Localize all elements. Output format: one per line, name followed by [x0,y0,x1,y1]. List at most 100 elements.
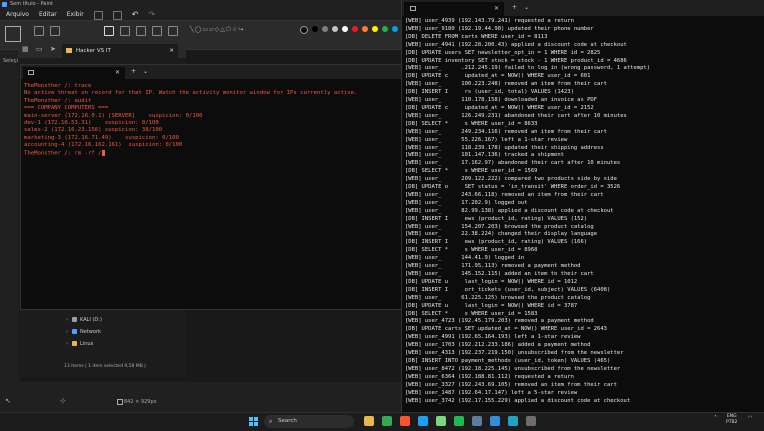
chevron-up-icon[interactable]: ˄ [714,415,717,422]
palette-swatch[interactable] [352,26,358,32]
new-tab-icon[interactable]: + [131,66,136,78]
folder-icon[interactable]: ▭ [36,45,43,53]
log-line: [WEB] user_ 144.41.9) logged in [405,255,525,262]
send-icon[interactable]: ➤ [50,45,56,53]
spotify-icon[interactable] [454,416,464,426]
search-label: Search [278,418,297,424]
taskbar-search[interactable]: ⌕ Search [264,415,354,428]
shapes-gallery[interactable]: ╲◯▭▱◇△⬠☆↪ [190,25,252,45]
tab-hacker-vs-it[interactable]: Hacker VS IT ✕ [62,44,178,58]
terminal-tabbar: ✕ + ⌄ [402,0,764,16]
steam-icon[interactable] [472,416,482,426]
palette-swatch[interactable] [372,26,378,32]
log-line: [DB] DELETE FROM carts WHERE user_id = 8… [405,33,548,40]
tree-label: Network [80,329,101,335]
vscode-icon[interactable] [490,416,500,426]
crop-icon[interactable] [34,26,44,36]
terminal-tab[interactable]: ✕ [23,67,125,79]
redo-icon[interactable]: ↷ [148,9,155,20]
log-line: [DB] UPDATE u last_login = NOW() WHERE i… [405,278,578,285]
terminal-window-logs: ✕ + ⌄ [WEB] user_4939 (192.143.79.241) r… [401,0,764,412]
log-line: [WEB] user_4941 (192.28.200.43) applied … [405,41,627,48]
palette-swatch[interactable] [332,26,338,32]
selection-tool-icon[interactable] [5,26,21,42]
log-line: [WEB] user_ 118.239.178) updated their s… [405,144,604,151]
windows-start-icon[interactable] [249,417,258,426]
chevron-right-icon[interactable]: › [66,326,68,338]
network-icon [72,329,77,334]
tab-label: Hacker VS IT [76,48,111,54]
log-line: [DB] UPDATE o SET status = 'in_transit' … [405,184,621,191]
text-tool-icon[interactable] [136,26,146,36]
lang-bottom: PTB2 [726,420,738,425]
log-line: [WEB] user_9180 (192.19.44.98) updated t… [405,25,594,32]
menu-file[interactable]: Arquivo [6,9,29,20]
terminal-tab[interactable]: ✕ [404,2,504,16]
undo-icon[interactable]: ↶ [132,9,139,20]
log-line: [WEB] user_3327 (192.243.69.105) removed… [405,381,617,388]
tree-label: Linux [80,341,94,347]
log-line: [WEB] user_ 101.147.136) tracked a shipm… [405,152,564,159]
tree-label: KALI (D:) [80,317,102,323]
edge-icon[interactable] [508,416,518,426]
paint-menubar: Arquivo Editar Exibir ↶ ↷ [0,9,404,20]
palette-swatch[interactable] [392,26,398,32]
log-line: [WEB] user_ 55.226.167) left a 1-star re… [405,136,568,143]
taskbar: ⌕ Search ˄ ENG PTB2 ◠ [0,412,764,431]
log-line: [WEB] user_ 82.99.138) applied a discoun… [405,207,614,214]
file-explorer-icon[interactable] [364,416,374,426]
app-s-icon[interactable] [418,416,428,426]
palette-swatch[interactable] [362,26,368,32]
close-tab-icon[interactable]: ✕ [169,44,174,58]
log-line: [DB] UPDATE c updated_at = NOW() WHERE u… [405,104,594,111]
log-line: [DB] INSERT I ews (product_id, rating) V… [405,215,588,222]
chevron-down-icon[interactable]: ⌄ [524,2,529,14]
wifi-icon[interactable]: ◠ [748,415,752,421]
palette-swatch[interactable] [342,26,348,32]
navigation-tree: › KALI (D:) › Network › Linux [64,314,102,350]
log-line: [WEB] user_ 209.122.222) compared two pr… [405,176,617,183]
new-tab-icon[interactable]: + [512,2,517,14]
save-icon[interactable] [93,11,103,20]
paint-statusbar: ↖ ⊹ 842 × 929px [0,396,404,410]
paint-title: Sem título - Paint [10,1,53,7]
chevron-right-icon[interactable]: › [66,338,68,350]
close-tab-icon[interactable]: ✕ [494,2,499,16]
open-icon[interactable] [112,11,122,20]
search-icon: ⌕ [269,418,273,425]
tree-item-kali[interactable]: › KALI (D:) [64,314,102,326]
chevron-right-icon[interactable]: › [66,314,68,326]
log-line: [WEB] user_4313 (192.237.219.150) unsubs… [405,350,624,357]
log-line: [WEB] user_ .212.245.19) failed to log i… [405,65,651,72]
tree-item-linux[interactable]: › Linux [64,338,102,350]
notepad-icon[interactable] [436,416,446,426]
pencil-icon[interactable] [104,26,114,36]
log-output[interactable]: [WEB] user_4939 (192.143.79.241) request… [402,16,764,405]
menu-view[interactable]: Exibir [67,9,84,20]
fill-icon[interactable] [120,26,130,36]
close-tab-icon[interactable]: ✕ [115,67,120,79]
log-line: [WEB] user_4939 (192.143.79.241) request… [405,18,574,24]
palette-swatch[interactable] [322,26,328,32]
language-indicator[interactable]: ENG PTB2 [726,414,737,426]
brush-icon[interactable] [168,26,178,36]
selection-size-icon: ⊹ [60,397,66,405]
palette-swatch[interactable] [312,26,318,32]
log-line: [DB] SELECT * s WHERE user_id = 8633 [405,120,538,127]
brave-icon[interactable] [400,416,410,426]
log-line: [DB] UPDATE carts SET updated_at = NOW()… [405,326,607,333]
menu-edit[interactable]: Editar [39,9,57,20]
gallery-icon[interactable]: ▦ [22,45,29,53]
terminal-icon[interactable] [526,416,536,426]
chrome-icon[interactable] [382,416,392,426]
tree-item-network[interactable]: › Network [64,326,102,338]
color-1-swatch[interactable] [300,26,308,34]
resize-icon[interactable] [50,26,60,36]
terminal-icon [410,6,416,11]
chevron-down-icon[interactable]: ⌄ [143,66,148,78]
palette-swatch[interactable] [382,26,388,32]
eraser-icon[interactable] [152,26,162,36]
drive-icon [72,317,77,322]
log-line: [WEB] user_ 17.162.97) abandoned their c… [405,160,621,167]
log-line: [WEB] user_ 17.202.9) logged out [405,199,528,206]
